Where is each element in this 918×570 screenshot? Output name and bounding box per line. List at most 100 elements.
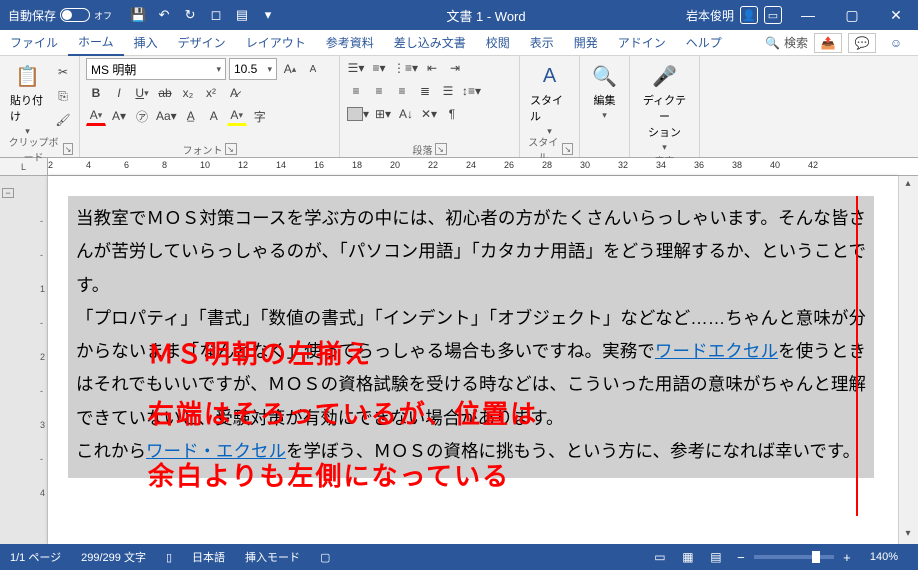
tab-insert[interactable]: 挿入 <box>124 30 168 55</box>
comments-button[interactable]: 💬 <box>848 33 876 53</box>
line-spacing-icon[interactable]: ↕≡▾ <box>461 81 482 101</box>
insert-mode[interactable]: 挿入モード <box>235 549 310 565</box>
vertical-scrollbar[interactable]: ▴ ▾ <box>898 176 918 544</box>
save-icon[interactable]: 💾 <box>126 3 150 27</box>
decrease-indent-icon[interactable]: ⇤ <box>422 58 442 78</box>
highlight-button[interactable]: A▾ <box>227 106 247 126</box>
scroll-up-icon[interactable]: ▴ <box>901 178 915 192</box>
char-scale-icon[interactable]: Aa▾ <box>155 106 178 126</box>
bullets-icon[interactable]: ☰▾ <box>346 58 366 78</box>
autosave-toggle[interactable]: 自動保存 オフ <box>0 7 120 24</box>
user-avatar-icon[interactable]: 👤 <box>740 6 758 24</box>
bold-button[interactable]: B <box>86 83 106 103</box>
subscript-button[interactable]: x₂ <box>178 83 198 103</box>
tab-selector[interactable]: L <box>0 158 48 175</box>
undo-icon[interactable]: ↶ <box>152 3 176 27</box>
zoom-in-button[interactable]: + <box>838 548 856 566</box>
char-shading-icon[interactable]: 字 <box>250 106 270 126</box>
tab-help[interactable]: ヘルプ <box>676 30 732 55</box>
numbering-icon[interactable]: ≡▾ <box>369 58 389 78</box>
shrink-font-icon[interactable]: A <box>303 59 323 79</box>
asian-layout-icon[interactable]: ✕▾ <box>419 104 439 124</box>
phonetic-guide-icon[interactable]: ㋐ <box>132 106 152 126</box>
superscript-button[interactable]: x² <box>201 83 221 103</box>
collapse-icon[interactable]: − <box>2 188 14 198</box>
styles-button[interactable]: A スタイル ▾ <box>526 58 573 137</box>
align-right-button[interactable]: ≡ <box>392 81 412 101</box>
qat-icon[interactable]: ◻ <box>204 3 228 27</box>
web-layout-icon[interactable]: ▤ <box>704 548 728 566</box>
page-indicator[interactable]: 1/1 ページ <box>0 549 71 565</box>
print-layout-icon[interactable]: ▦ <box>676 548 700 566</box>
language-indicator[interactable]: 日本語 <box>182 549 235 565</box>
tab-review[interactable]: 校閲 <box>476 30 520 55</box>
dialog-launcher-icon[interactable]: ↘ <box>435 143 447 155</box>
enclose-char-icon[interactable]: A̲ <box>181 106 201 126</box>
dialog-launcher-icon[interactable]: ↘ <box>562 143 573 155</box>
toggle-switch[interactable] <box>60 8 90 22</box>
align-center-button[interactable]: ≡ <box>369 81 389 101</box>
paste-button[interactable]: 📋 貼り付け ▾ <box>6 58 49 137</box>
borders-button[interactable]: ⊞▾ <box>373 104 393 124</box>
multilevel-icon[interactable]: ⋮≡▾ <box>392 58 419 78</box>
dictation-label: ディクテー ション <box>640 92 689 140</box>
tab-layout[interactable]: レイアウト <box>236 30 316 55</box>
format-painter-icon[interactable]: 🖌 <box>53 110 73 130</box>
redo-icon[interactable]: ↻ <box>178 3 202 27</box>
font-name-select[interactable]: MS 明朝▾ <box>86 58 226 80</box>
zoom-out-button[interactable]: − <box>732 548 750 566</box>
page[interactable]: 当教室でＭＯＳ対策コースを学ぶ方の中には、初心者の方がたくさんいらっしゃいます。… <box>48 176 898 544</box>
tab-file[interactable]: ファイル <box>0 30 68 55</box>
tab-design[interactable]: デザイン <box>168 30 236 55</box>
clear-format-icon[interactable]: A̷ <box>224 83 244 103</box>
ribbon-display-icon[interactable]: ▭ <box>764 6 782 24</box>
copy-icon[interactable]: ⎘ <box>53 86 73 106</box>
tab-addins[interactable]: アドイン <box>608 30 676 55</box>
qat-dropdown-icon[interactable]: ▾ <box>256 3 280 27</box>
qat-icon[interactable]: ▤ <box>230 3 254 27</box>
italic-button[interactable]: I <box>109 83 129 103</box>
char-border-icon[interactable]: A <box>204 106 224 126</box>
underline-button[interactable]: U▾ <box>132 83 152 103</box>
grow-font-icon[interactable]: A▴ <box>280 59 300 79</box>
word-count[interactable]: 299/299 文字 <box>71 549 156 565</box>
justify-button[interactable]: ≣ <box>415 81 435 101</box>
text-effects-icon[interactable]: A▾ <box>109 106 129 126</box>
font-size-select[interactable]: 10.5▾ <box>229 58 277 80</box>
tab-references[interactable]: 参考資料 <box>316 30 384 55</box>
scroll-down-icon[interactable]: ▾ <box>901 528 915 542</box>
horizontal-ruler[interactable]: L 24681012141618202224262830323436384042 <box>0 158 918 176</box>
dictation-button[interactable]: 🎤 ディクテー ション ▾ <box>636 58 693 153</box>
tab-developer[interactable]: 開発 <box>564 30 608 55</box>
read-mode-icon[interactable]: ▭ <box>648 548 672 566</box>
link-word-excel[interactable]: ワードエクセル <box>655 341 778 361</box>
zoom-level[interactable]: 140% <box>860 551 908 563</box>
smiley-icon[interactable]: ☺ <box>882 33 910 53</box>
share-button[interactable]: 📤 <box>814 33 842 53</box>
editing-button[interactable]: 🔍 編集 ▾ <box>587 58 623 121</box>
group-clipboard: 📋 貼り付け ▾ ✂ ⎘ 🖌 クリップボード↘ <box>0 56 80 157</box>
distribute-button[interactable]: ☰ <box>438 81 458 101</box>
search-box[interactable]: 🔍 検索 <box>765 34 808 51</box>
dialog-launcher-icon[interactable]: ↘ <box>63 143 73 155</box>
sort-icon[interactable]: A↓ <box>396 104 416 124</box>
minimize-button[interactable]: — <box>786 0 830 30</box>
tab-mailings[interactable]: 差し込み文書 <box>384 30 476 55</box>
dialog-launcher-icon[interactable]: ↘ <box>225 143 237 155</box>
zoom-thumb[interactable] <box>812 551 820 563</box>
align-left-button[interactable]: ≡ <box>346 81 366 101</box>
show-marks-icon[interactable]: ¶ <box>442 104 462 124</box>
strikethrough-button[interactable]: ab <box>155 83 175 103</box>
maximize-button[interactable]: ▢ <box>830 0 874 30</box>
zoom-slider[interactable] <box>754 555 834 559</box>
tab-home[interactable]: ホーム <box>68 29 124 56</box>
font-color-button[interactable]: A▾ <box>86 106 106 126</box>
tab-view[interactable]: 表示 <box>520 30 564 55</box>
close-button[interactable]: ✕ <box>874 0 918 30</box>
cut-icon[interactable]: ✂ <box>53 62 73 82</box>
macro-icon[interactable]: ▢ <box>310 551 340 564</box>
vertical-ruler[interactable]: − --1-2-3-4 <box>0 176 48 544</box>
spellcheck-icon[interactable]: ▯ <box>156 551 182 564</box>
increase-indent-icon[interactable]: ⇥ <box>445 58 465 78</box>
shading-button[interactable]: ▾ <box>346 104 370 124</box>
